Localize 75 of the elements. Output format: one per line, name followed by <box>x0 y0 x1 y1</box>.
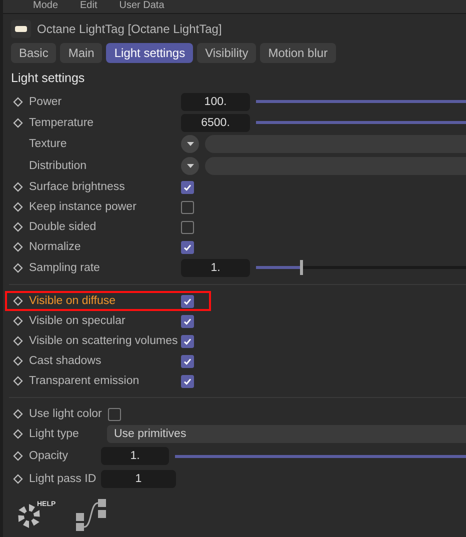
slider[interactable] <box>256 260 466 275</box>
tab[interactable]: Visibility <box>197 43 256 63</box>
field-label: Light type <box>29 428 80 440</box>
keyframe-diamond-icon[interactable] <box>13 409 23 419</box>
checkmark-icon <box>183 316 192 326</box>
keyframe-diamond-icon[interactable] <box>13 182 23 192</box>
field-label: Power <box>29 96 63 108</box>
menu-item[interactable]: Mode <box>33 0 58 13</box>
checkbox[interactable] <box>181 200 194 214</box>
slider-handle[interactable] <box>300 260 303 275</box>
keyframe-diamond-icon[interactable] <box>13 474 23 484</box>
tab[interactable]: Main <box>60 43 102 63</box>
tab[interactable]: Motion blur <box>260 43 336 63</box>
number-field[interactable]: 1. <box>181 258 250 276</box>
light-type-dropdown[interactable]: Use primitives <box>107 425 466 443</box>
field-label: Visible on scattering volumes <box>29 335 175 347</box>
checkbox[interactable] <box>181 314 194 328</box>
checkmark-icon <box>183 242 192 252</box>
keyframe-diamond-icon[interactable] <box>13 316 23 326</box>
dropdown-arrow-button[interactable] <box>181 157 199 175</box>
field-label: Texture <box>29 138 68 150</box>
field-label: Keep instance power <box>29 201 138 213</box>
keyframe-diamond-icon[interactable] <box>13 429 23 439</box>
keyframe-diamond-icon[interactable] <box>13 262 23 272</box>
tab[interactable]: Basic <box>11 43 56 63</box>
field-label: Opacity <box>29 450 69 462</box>
keyframe-diamond-icon[interactable] <box>13 202 23 212</box>
field-label: Transparent emission <box>29 375 140 387</box>
dropdown-arrow-button[interactable] <box>181 135 199 153</box>
caret-icon <box>186 164 194 168</box>
checkmark-icon <box>183 376 192 386</box>
keyframe-diamond-icon[interactable] <box>13 296 23 306</box>
section-title: Light settings <box>10 70 86 87</box>
tab[interactable]: Light settings <box>106 43 194 63</box>
light-tag-icon <box>11 20 31 38</box>
caret-icon <box>186 142 194 146</box>
field-label: Temperature <box>29 116 95 128</box>
field-label: Light pass ID <box>29 472 95 484</box>
keyframe-diamond-icon[interactable] <box>13 356 23 366</box>
field-label: Visible on diffuse <box>29 295 117 307</box>
checkbox[interactable] <box>181 294 194 308</box>
keyframe-diamond-icon[interactable] <box>13 96 23 106</box>
checkmark-icon <box>183 336 192 346</box>
number-field[interactable]: 1 <box>101 470 176 488</box>
menu-item[interactable]: Edit <box>80 0 98 13</box>
field-label: Surface brightness <box>29 181 126 193</box>
keyframe-diamond-icon[interactable] <box>13 222 23 232</box>
checkmark-icon <box>183 182 192 192</box>
checkbox[interactable] <box>108 408 121 420</box>
checkbox[interactable] <box>181 180 194 194</box>
menu-item[interactable]: User Data <box>119 0 164 13</box>
checkmark-icon <box>183 296 192 306</box>
keyframe-diamond-icon[interactable] <box>13 242 23 252</box>
tag-title: Octane LightTag [Octane LightTag] <box>37 22 222 36</box>
field-label: Cast shadows <box>29 355 102 367</box>
number-field[interactable]: 1. <box>101 447 169 465</box>
keyframe-diamond-icon[interactable] <box>13 336 23 346</box>
keyframe-diamond-icon[interactable] <box>13 376 23 386</box>
field-label: Visible on specular <box>29 315 126 327</box>
checkbox[interactable] <box>181 240 194 254</box>
number-field[interactable]: 100. <box>181 92 250 110</box>
checkmark-icon <box>183 356 192 366</box>
number-field[interactable]: 6500. <box>181 114 250 132</box>
field-label: Normalize <box>29 241 82 253</box>
keyframe-diamond-icon[interactable] <box>13 451 23 461</box>
checkbox[interactable] <box>181 374 194 388</box>
checkbox[interactable] <box>181 354 194 368</box>
field-label: Distribution <box>29 160 88 172</box>
keyframe-diamond-icon[interactable] <box>13 118 23 128</box>
field-label: Sampling rate <box>29 262 101 274</box>
checkbox[interactable] <box>181 220 194 234</box>
field-label: Double sided <box>29 221 98 233</box>
field-label: Use light color <box>29 408 102 420</box>
node-graph-icon[interactable] <box>76 499 108 531</box>
checkbox[interactable] <box>181 334 194 348</box>
